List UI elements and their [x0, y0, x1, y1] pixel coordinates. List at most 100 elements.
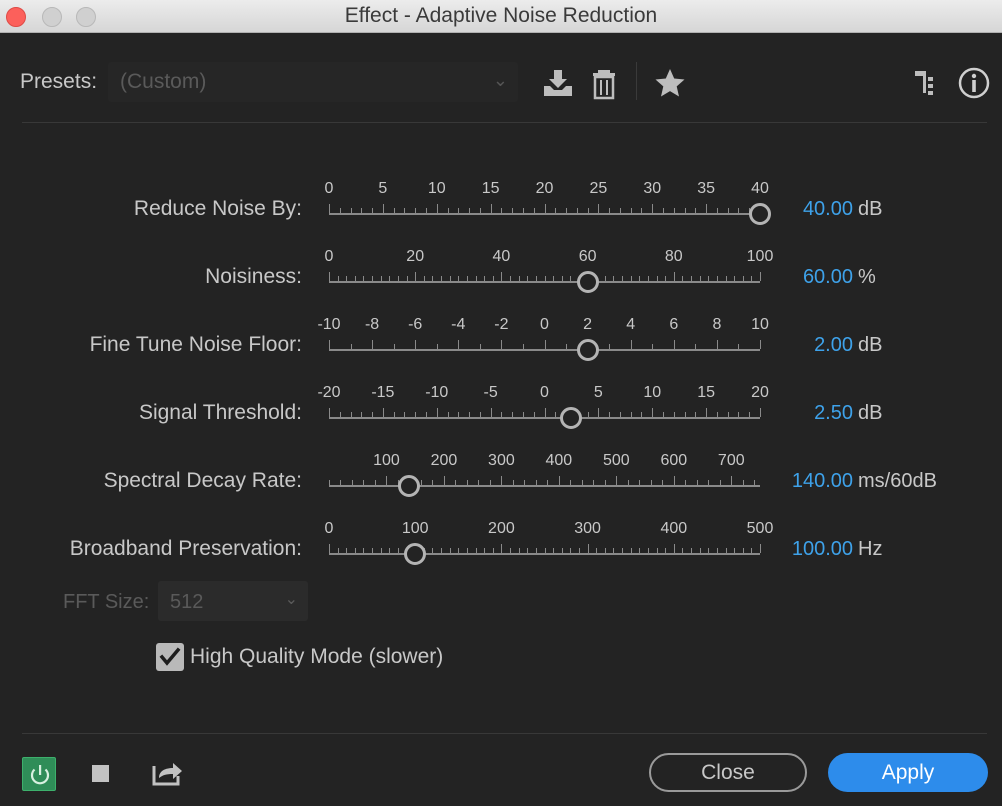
high-quality-checkbox[interactable]: [156, 643, 184, 671]
slider-thumb[interactable]: [404, 543, 427, 565]
slider-tick: [648, 548, 649, 553]
scale-tick-label: -20: [317, 384, 341, 401]
slider-tick: [437, 408, 438, 417]
high-quality-label: High Quality Mode (slower): [190, 645, 444, 668]
slider-tick: [478, 480, 479, 485]
delete-preset-icon[interactable]: [588, 66, 622, 100]
slider-track[interactable]: [329, 417, 760, 419]
slider-tick: [476, 276, 477, 281]
slider-tick: [340, 208, 341, 213]
presets-dropdown[interactable]: (Custom) ⌄: [108, 62, 518, 102]
slider-tick: [605, 548, 606, 553]
info-icon[interactable]: [957, 66, 991, 100]
title-bar: Effect - Adaptive Noise Reduction: [0, 0, 1002, 33]
stop-button[interactable]: [92, 765, 109, 782]
slider-tick: [450, 548, 451, 553]
slider-tick: [726, 276, 727, 281]
slider-tick: [536, 548, 537, 553]
fft-size-dropdown[interactable]: 512 ⌄: [158, 581, 308, 621]
slider-tick: [545, 340, 546, 349]
param-value[interactable]: 140.00: [792, 470, 853, 493]
slider-tick: [467, 548, 468, 553]
slider-tick: [652, 204, 653, 213]
scale-tick-label: 0: [540, 384, 549, 401]
slider-tick: [652, 344, 653, 349]
slider-tick: [691, 548, 692, 553]
slider-thumb[interactable]: [576, 339, 599, 361]
scale-tick-label: 700: [717, 452, 745, 469]
slider-track[interactable]: [329, 281, 760, 283]
param-label: Spectral Decay Rate:: [103, 469, 302, 492]
slider-tick: [566, 344, 567, 349]
slider-tick: [570, 480, 571, 485]
slider-tick: [639, 548, 640, 553]
slider-tick: [512, 412, 513, 417]
favorite-star-icon[interactable]: [653, 66, 687, 100]
param-value[interactable]: 2.50: [814, 402, 853, 425]
param-value[interactable]: 40.00: [803, 198, 853, 221]
slider-tick: [743, 480, 744, 485]
param-value[interactable]: 2.00: [814, 334, 853, 357]
slider-tick: [674, 272, 675, 281]
presets-label: Presets:: [20, 70, 98, 93]
slider-thumb[interactable]: [749, 203, 771, 225]
chevron-down-icon: ⌄: [492, 70, 508, 90]
slider-track[interactable]: [329, 553, 760, 555]
slider-tick: [682, 276, 683, 281]
slider-tick: [519, 548, 520, 553]
checkmark-icon: [159, 647, 181, 666]
slider-tick: [547, 480, 548, 485]
apply-button[interactable]: Apply: [828, 753, 988, 792]
param-value[interactable]: 60.00: [803, 266, 853, 289]
power-toggle-button[interactable]: [22, 757, 56, 791]
scale-tick-label: 0: [324, 248, 334, 265]
slider-tick: [717, 548, 718, 553]
scale-tick-label: -2: [494, 316, 509, 333]
slider-tick: [501, 544, 502, 553]
slider-tick: [717, 208, 718, 213]
export-icon[interactable]: [152, 760, 184, 786]
slider-tick: [708, 480, 709, 485]
slider-tick: [577, 208, 578, 213]
slider-tick: [628, 480, 629, 485]
slider-tick: [751, 276, 752, 281]
slider-tick: [361, 412, 362, 417]
fft-size-label: FFT Size:: [63, 591, 150, 613]
scale-tick-label: 20: [751, 384, 769, 401]
save-preset-icon[interactable]: [541, 66, 575, 100]
slider-track[interactable]: [329, 349, 760, 351]
slider-tick: [527, 276, 528, 281]
slider-tick: [404, 412, 405, 417]
slider-track[interactable]: [329, 485, 760, 487]
slider-track[interactable]: [329, 213, 760, 215]
slider-tick: [501, 412, 502, 417]
slider-thumb[interactable]: [560, 407, 583, 429]
slider-tick: [458, 548, 459, 553]
slider-tick: [674, 476, 675, 485]
slider-tick: [631, 208, 632, 213]
slider-tick: [361, 208, 362, 213]
param-value[interactable]: 100.00: [792, 538, 853, 561]
slider-tick: [480, 344, 481, 349]
param-unit: dB: [858, 334, 883, 356]
slider-tick: [372, 548, 373, 553]
close-button[interactable]: Close: [649, 753, 807, 792]
slider-tick: [448, 412, 449, 417]
slider-tick: [448, 208, 449, 213]
slider-thumb[interactable]: [398, 475, 421, 497]
slider-tick: [559, 476, 560, 485]
slider-tick: [455, 480, 456, 485]
slider-tick: [523, 208, 524, 213]
slider-tick: [351, 344, 352, 349]
slider-tick: [432, 480, 433, 485]
slider-tick: [622, 548, 623, 553]
slider-thumb[interactable]: [576, 271, 599, 293]
slider-tick: [523, 344, 524, 349]
slider-tick: [738, 344, 739, 349]
scale-tick-label: 60: [578, 248, 597, 265]
slider-tick: [421, 480, 422, 485]
slider-tick: [329, 204, 330, 213]
routing-icon[interactable]: [912, 66, 946, 100]
slider-tick: [536, 276, 537, 281]
slider-tick: [340, 480, 341, 485]
